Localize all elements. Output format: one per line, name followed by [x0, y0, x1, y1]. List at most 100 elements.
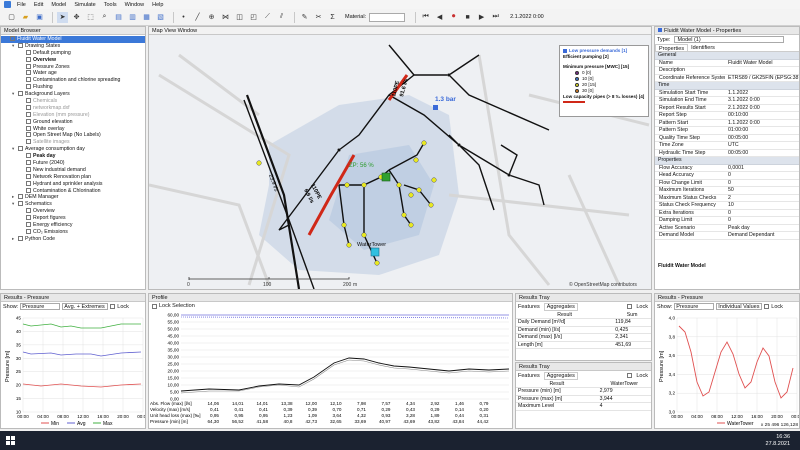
tree-item[interactable]: Contamination & Chlorination [1, 187, 145, 195]
property-row[interactable]: Description [655, 67, 799, 75]
draw-reservoir-icon[interactable]: ◰ [248, 12, 259, 23]
property-value[interactable] [725, 67, 799, 74]
property-section-header[interactable]: Time [655, 82, 799, 90]
table-row[interactable]: Demand (max) [l/s] 2,341 [516, 333, 651, 342]
aggregation-select[interactable]: Avg. + Extremes [62, 303, 109, 310]
menu-edit[interactable]: Edit [34, 2, 43, 8]
tree-item[interactable]: Elevation (mm pressure) [1, 111, 145, 119]
tree-item[interactable]: Pressure Zones [1, 63, 145, 71]
property-section-header[interactable]: General [655, 52, 799, 60]
tray1-tab-aggregates[interactable]: Aggregates [543, 302, 578, 311]
tree-item[interactable]: Overview [1, 208, 145, 215]
result-type-select-right[interactable]: Pressure [674, 303, 715, 310]
tree-item[interactable]: Hydrant and sprinkler analysis [1, 180, 145, 188]
tray1-tab-features[interactable]: Features [518, 304, 540, 310]
lock-checkbox[interactable] [110, 304, 116, 309]
tray2-tab-features[interactable]: Features [518, 373, 540, 379]
grid-icon[interactable]: ▥ [127, 12, 138, 23]
zoom-icon[interactable]: ⌕ [99, 12, 110, 23]
display-mode-select[interactable]: Individual Values [716, 303, 763, 310]
select-pointer-icon[interactable]: ➤ [57, 11, 68, 23]
table-row[interactable]: Pressure (min) [m] 2,979 [516, 387, 651, 396]
tree-item[interactable]: ▾ Schematics [1, 201, 145, 208]
property-row[interactable]: Pattern Start 1.1.2022 0:00 [655, 120, 799, 127]
property-row[interactable]: Simulation Start Time 1.1.2022 [655, 90, 799, 97]
draw-pipe-icon[interactable]: ╱ [192, 12, 203, 23]
tray2-tab-aggregates[interactable]: Aggregates [543, 371, 578, 380]
material-dropdown[interactable] [369, 12, 406, 22]
property-value[interactable]: 50 [725, 187, 799, 194]
tree-item[interactable]: Chemicals [1, 98, 145, 105]
property-row[interactable]: Flow Accuracy 0,0001 [655, 165, 799, 172]
tab-identifiers[interactable]: Identifiers [688, 44, 718, 51]
property-value[interactable]: Fluidit Water Model [725, 60, 799, 67]
tree-item[interactable]: Fluidit Water Model [1, 36, 145, 43]
menu-window[interactable]: Window [125, 2, 145, 8]
property-row[interactable]: Name Fluidit Water Model [655, 60, 799, 67]
property-row[interactable]: Coordinate Reference System (ETRS89 / GK… [655, 75, 799, 82]
property-value[interactable]: 2.1.2022 0:00 [725, 105, 799, 112]
property-row[interactable]: Active Scenario Peak day [655, 225, 799, 232]
menu-tools[interactable]: Tools [104, 2, 117, 8]
property-row[interactable]: Report Step 00:10:00 [655, 112, 799, 120]
tree-item[interactable]: Satellite images [1, 139, 145, 146]
property-section-header[interactable]: Properties [655, 157, 799, 165]
tree-item[interactable]: ▸ Python Code [1, 235, 145, 243]
rect-select-icon[interactable]: ⬚ [85, 12, 96, 23]
result-type-select[interactable]: Pressure [20, 303, 61, 310]
property-value[interactable]: 00:10:00 [725, 112, 799, 119]
split-pipe-icon[interactable]: ⫽ [276, 12, 287, 23]
property-row[interactable]: Status Check Frequency 10 [655, 202, 799, 210]
table-row[interactable]: Demand (min) [l/s] 0,425 [516, 326, 651, 334]
draw-node-icon[interactable]: • [178, 12, 189, 23]
property-value[interactable]: 1.1.2022 0:00 [725, 120, 799, 127]
pan-icon[interactable]: ✥ [71, 12, 82, 23]
next-step-icon[interactable]: ▶ [476, 12, 487, 23]
tree-item[interactable]: Future (2040) [1, 160, 145, 167]
property-value[interactable]: 2 [725, 195, 799, 202]
property-value[interactable]: 0 [725, 172, 799, 179]
tree-item[interactable]: Report figures [1, 215, 145, 222]
menu-simulate[interactable]: Simulate [74, 2, 95, 8]
property-row[interactable]: Demand Model Demand Dependant [655, 232, 799, 240]
property-row[interactable]: Pattern Step 01:00:00 [655, 127, 799, 135]
table-icon[interactable]: ▦ [141, 12, 152, 23]
property-value[interactable]: Peak day [725, 225, 799, 232]
property-row[interactable]: Time Zone UTC [655, 142, 799, 150]
tree-item[interactable]: Contamination and chlorine spreading [1, 77, 145, 84]
property-row[interactable]: Maximum Status Checks 2 [655, 195, 799, 202]
property-value[interactable]: 3.1.2022 0:00 [725, 97, 799, 104]
draw-valve-icon[interactable]: ⋈ [220, 12, 231, 23]
water-tower[interactable] [370, 247, 380, 257]
last-step-icon[interactable]: ⏭ [490, 12, 501, 23]
table-row[interactable]: Pressure (max) [m] 3,944 [516, 395, 651, 403]
property-row[interactable]: Damping Limit 0 [655, 217, 799, 225]
tree-item[interactable]: ▾ Average consumption day [1, 146, 145, 153]
save-icon[interactable]: ▣ [34, 12, 45, 23]
chart-icon[interactable]: ▧ [155, 12, 166, 23]
tree-item[interactable]: Network Renovation plan [1, 173, 145, 181]
table-row[interactable]: Length [m] 451,69 [516, 341, 651, 349]
property-value[interactable]: ETRS89 / GK25FIN (EPSG:3879) [725, 75, 799, 82]
stop-icon[interactable]: ■ [462, 12, 473, 23]
draw-pump-icon[interactable]: ⊕ [206, 12, 217, 23]
property-row[interactable]: Flow Change Limit 0 [655, 180, 799, 187]
tree-item[interactable]: Water age [1, 70, 145, 77]
record-icon[interactable]: ⏺ [448, 12, 459, 23]
tab-properties[interactable]: Properties [655, 44, 689, 52]
tree-item[interactable]: networkmap.dxf [1, 104, 145, 112]
delete-icon[interactable]: ✂ [313, 12, 324, 23]
menu-model[interactable]: Model [51, 2, 66, 8]
new-file-icon[interactable]: ▢ [6, 12, 17, 23]
lock-selection-checkbox[interactable] [152, 303, 157, 309]
calc-icon[interactable]: Σ [327, 12, 338, 23]
property-value[interactable]: 0,0001 [725, 165, 799, 172]
table-row[interactable]: Daily Demand [m³/d] 119,84 [516, 318, 651, 327]
tree-item[interactable]: ▾ Background Layers [1, 91, 145, 98]
layer-icon[interactable]: ▤ [113, 12, 124, 23]
lock-checkbox-right[interactable] [764, 304, 770, 309]
tree-item[interactable]: ▾ Drawing States [1, 42, 145, 50]
property-value[interactable]: 0 [725, 210, 799, 217]
tree-item[interactable]: ▸ DEM Manager [1, 194, 145, 201]
property-row[interactable]: Hydraulic Time Step 00:05:00 [655, 150, 799, 157]
